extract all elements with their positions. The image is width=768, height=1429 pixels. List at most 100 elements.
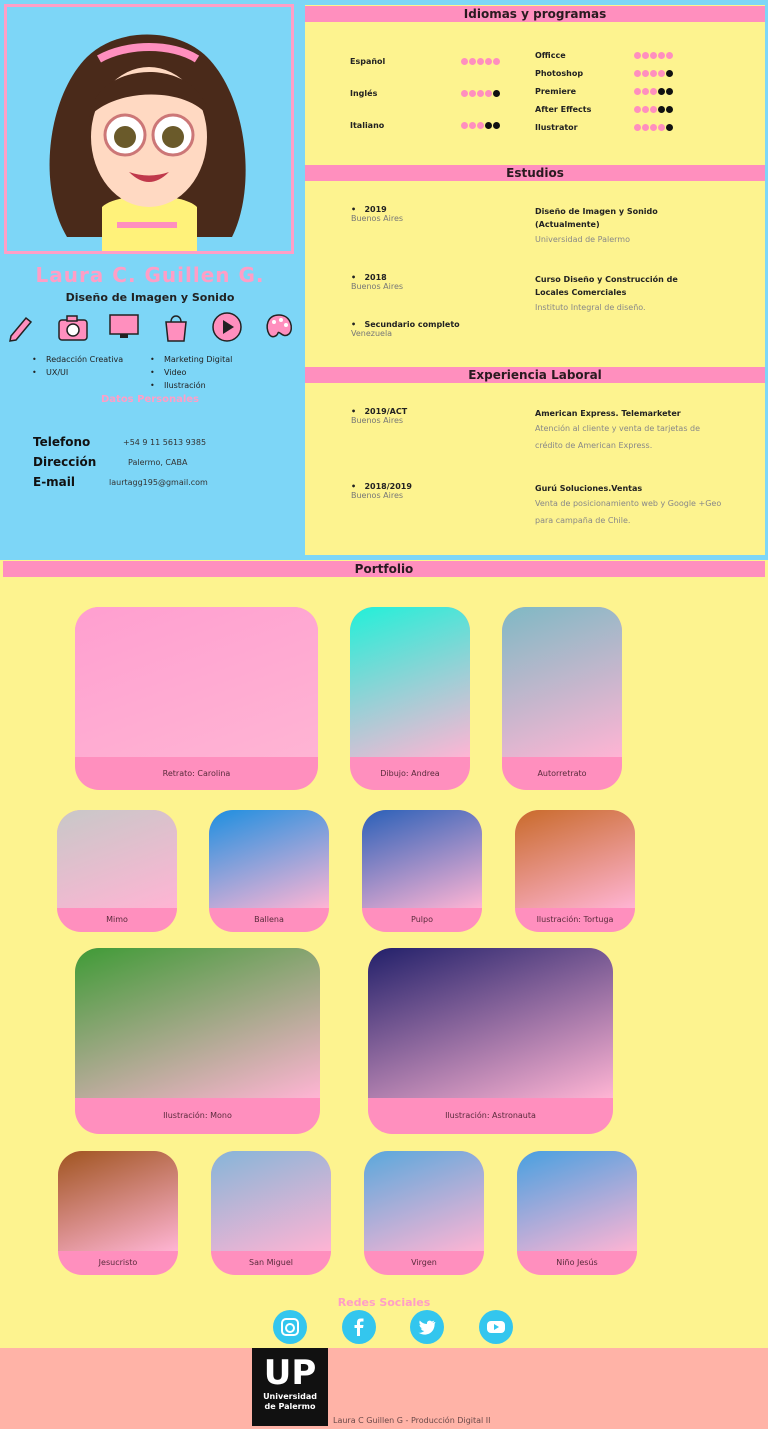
social-links <box>273 1310 513 1344</box>
portfolio-caption: San Miguel <box>248 1258 293 1267</box>
level-dot <box>666 105 673 113</box>
level-dot <box>658 69 665 77</box>
study-place: Venezuela <box>351 329 393 338</box>
level-dot <box>634 69 641 77</box>
portfolio-card[interactable]: Ilustración: Tortuga <box>515 810 635 932</box>
level-dot <box>634 105 641 113</box>
language-name: Italiano <box>350 120 385 130</box>
level-dot <box>477 57 484 65</box>
study-entry: • Secundario completo Venezuela <box>351 320 460 338</box>
portfolio-caption: Autorretrato <box>537 769 587 778</box>
level-dots <box>634 69 673 77</box>
shopping-bag-icon <box>159 310 193 344</box>
job-entry: • 2019/ACT Buenos Aires <box>351 407 407 425</box>
level-dot <box>469 89 476 97</box>
level-dot <box>642 87 649 95</box>
program-name: Premiere <box>535 86 577 96</box>
level-dots <box>634 87 673 95</box>
level-dot <box>485 121 492 129</box>
job-title: Gurú Soluciones.Ventas <box>535 484 643 493</box>
portfolio-card[interactable]: Niño Jesús <box>517 1151 637 1275</box>
profile-subtitle: Diseño de Imagen y Sonido <box>65 291 235 304</box>
language-row: Inglés <box>350 77 500 109</box>
twitter-icon[interactable] <box>410 1310 445 1344</box>
portfolio-card[interactable]: Ilustración: Mono <box>75 948 320 1134</box>
address-value: Palermo, CABA <box>128 457 188 467</box>
level-dot <box>461 57 468 65</box>
portfolio-caption: Niño Jesús <box>556 1258 598 1267</box>
level-dot <box>493 89 500 97</box>
portfolio-card[interactable]: Pulpo <box>362 810 482 932</box>
portfolio-image <box>350 607 470 757</box>
job-place: Buenos Aires <box>351 416 404 425</box>
portfolio-header: Portfolio <box>3 561 765 577</box>
skill-item: Redacción Creativa <box>30 353 123 366</box>
level-dot <box>650 87 657 95</box>
program-row: Ilustrator <box>535 118 673 136</box>
logo-text-line1: Universidad <box>263 1392 317 1401</box>
skill-item: Video <box>148 366 232 379</box>
portfolio-card[interactable]: Virgen <box>364 1151 484 1275</box>
portfolio-image <box>57 810 177 908</box>
portfolio-card[interactable]: Mimo <box>57 810 177 932</box>
experience-header: Experiencia Laboral <box>305 367 765 383</box>
level-dot <box>634 87 641 95</box>
portfolio-card[interactable]: Autorretrato <box>502 607 622 790</box>
portfolio-caption: Jesucristo <box>98 1258 138 1267</box>
portfolio-card[interactable]: Retrato: Carolina <box>75 607 318 790</box>
portfolio-card[interactable]: Dibujo: Andrea <box>350 607 470 790</box>
portfolio-card[interactable]: Jesucristo <box>58 1151 178 1275</box>
study-institution: Instituto Integral de diseño. <box>535 303 646 312</box>
personal-data: Telefono +54 9 11 5613 9385 Dirección Pa… <box>33 432 293 492</box>
languages-list: Español Inglés Italiano <box>350 45 500 141</box>
program-row: After Effects <box>535 100 673 118</box>
level-dot <box>642 105 649 113</box>
program-row: Premiere <box>535 82 673 100</box>
facebook-icon[interactable] <box>341 1310 376 1344</box>
level-dot <box>477 121 484 129</box>
studies-header: Estudios <box>305 165 765 181</box>
program-name: Photoshop <box>535 68 584 78</box>
email-value[interactable]: laurtagg195@gmail.com <box>109 478 208 487</box>
program-row: Photoshop <box>535 64 673 82</box>
job-entry: • 2018/2019 Buenos Aires <box>351 482 412 500</box>
logo-text-line2: de Palermo <box>264 1402 316 1411</box>
level-dot <box>469 57 476 65</box>
portfolio-image <box>368 948 613 1098</box>
language-row: Español <box>350 45 500 77</box>
portfolio-card[interactable]: Ilustración: Astronauta <box>368 948 613 1134</box>
study-entry: • 2019 Buenos Aires <box>351 205 403 223</box>
level-dot <box>658 105 665 113</box>
portfolio-card[interactable]: Ballena <box>209 810 329 932</box>
camera-icon <box>56 310 90 344</box>
portfolio-image <box>75 607 318 757</box>
level-dot <box>477 89 484 97</box>
instagram-icon[interactable] <box>273 1310 307 1344</box>
play-icon <box>210 310 244 344</box>
portfolio-card[interactable]: San Miguel <box>211 1151 331 1275</box>
study-place: Buenos Aires <box>351 214 404 223</box>
program-name: Officce <box>535 50 566 60</box>
level-dots <box>634 51 673 59</box>
address-label: Dirección <box>33 455 97 469</box>
level-dots <box>634 123 673 131</box>
study-title: Curso Diseño y Construcción de Locales C… <box>535 275 678 297</box>
level-dot <box>650 105 657 113</box>
portfolio-image <box>364 1151 484 1251</box>
level-dot <box>642 51 649 59</box>
study-entry: • 2018 Buenos Aires <box>351 273 403 291</box>
level-dot <box>642 69 649 77</box>
level-dot <box>658 87 665 95</box>
youtube-icon[interactable] <box>478 1310 513 1344</box>
job-dates: • 2018/2019 <box>351 482 412 491</box>
language-row: Italiano <box>350 109 500 141</box>
job-detail: American Express. Telemarketer Atención … <box>535 407 725 454</box>
portfolio-image <box>75 948 320 1098</box>
study-title: Diseño de Imagen y Sonido (Actualmente) <box>535 207 658 229</box>
portfolio-image <box>211 1151 331 1251</box>
university-logo: UP Universidad de Palermo <box>252 1348 328 1426</box>
portfolio-image <box>517 1151 637 1251</box>
skills-list-right: Marketing Digital Video Ilustración <box>148 353 232 392</box>
avatar-illustration <box>49 34 246 251</box>
skill-item: Ilustración <box>148 379 232 392</box>
